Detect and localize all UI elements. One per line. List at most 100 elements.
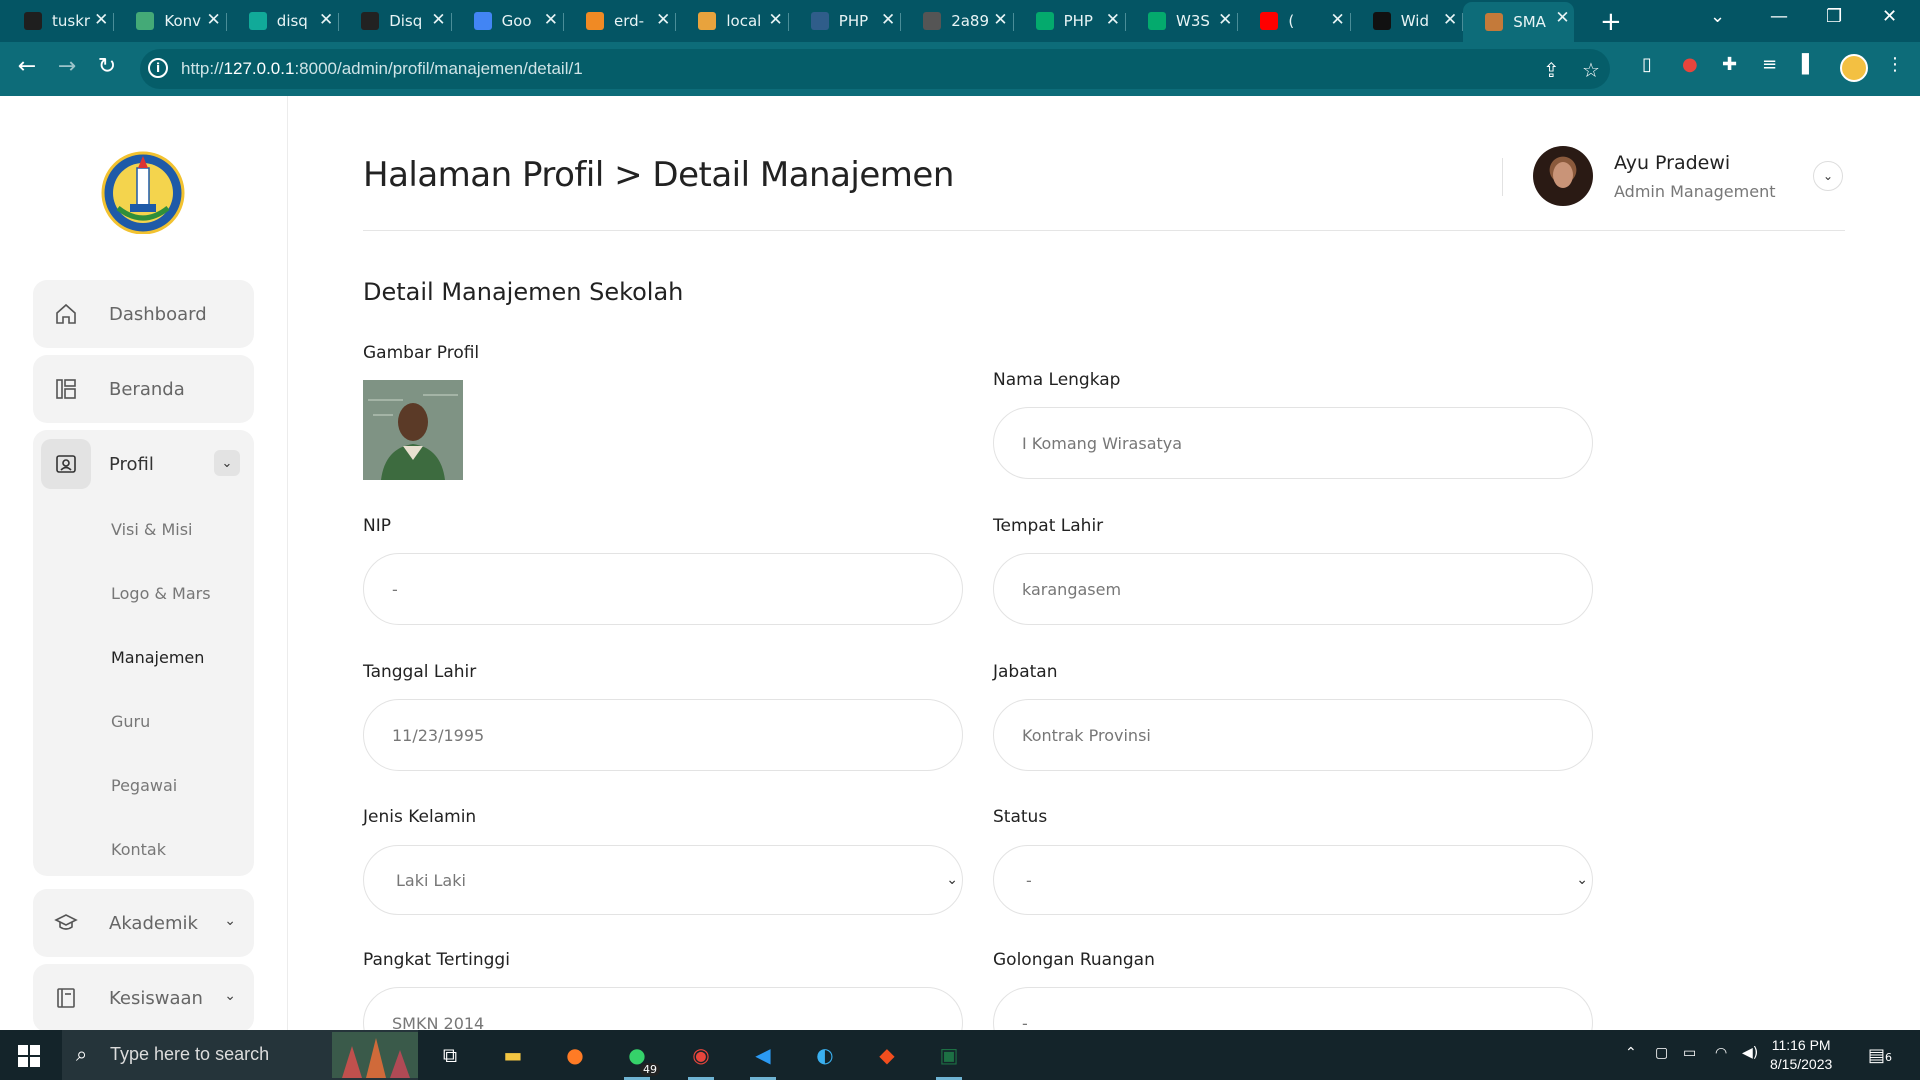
whatsapp-icon[interactable]: ● 49 xyxy=(620,1038,660,1080)
user-menu-chevron-icon[interactable]: ⌄ xyxy=(1813,161,1843,191)
tab-close-icon[interactable]: ✕ xyxy=(1555,8,1569,28)
tab-close-icon[interactable]: ✕ xyxy=(1106,10,1120,30)
system-clock[interactable]: 11:16 PM 8/15/2023 xyxy=(1770,1036,1832,1074)
battery-icon[interactable]: ▭ xyxy=(1683,1045,1696,1061)
tab-close-icon[interactable]: ✕ xyxy=(1218,10,1232,30)
task-view-icon[interactable]: ⧉ xyxy=(433,1038,467,1072)
file-explorer-icon[interactable]: ▬ xyxy=(496,1038,530,1072)
tab-title: disq xyxy=(276,12,308,30)
nama-lengkap-label: Nama Lengkap xyxy=(993,370,1121,390)
windows-start-icon[interactable] xyxy=(18,1045,40,1067)
close-window-button[interactable]: ✕ xyxy=(1882,6,1897,27)
back-arrow-icon[interactable]: ← xyxy=(12,54,42,79)
jenis-kelamin-select[interactable]: Laki Laki ⌄ xyxy=(363,845,963,915)
minimize-button[interactable]: — xyxy=(1770,6,1788,27)
wifi-icon[interactable]: ◠ xyxy=(1715,1045,1727,1061)
sidebar-item-akademik[interactable]: Akademik ⌄ xyxy=(33,889,254,957)
tab-close-icon[interactable]: ✕ xyxy=(1331,10,1345,30)
extension-docs-icon[interactable]: ▯ xyxy=(1642,54,1652,75)
more-menu-icon[interactable]: ⋮ xyxy=(1886,54,1904,75)
notification-center-icon[interactable]: ▤6 xyxy=(1868,1045,1892,1066)
browser-tab[interactable]: 2a89 ✕ xyxy=(901,4,1014,38)
tray-overflow-icon[interactable]: ⌃ xyxy=(1625,1045,1637,1061)
tab-close-icon[interactable]: ✕ xyxy=(544,10,558,30)
tanggal-lahir-field[interactable]: 11/23/1995 xyxy=(363,699,963,771)
edge-icon[interactable]: ◐ xyxy=(808,1038,842,1072)
tab-search-icon[interactable]: ⌄ xyxy=(1710,6,1725,27)
browser-tab[interactable]: tuskr ✕ xyxy=(2,4,115,38)
chevron-down-icon[interactable]: ⌄ xyxy=(224,988,236,1004)
meet-now-icon[interactable]: ▢ xyxy=(1655,1045,1668,1061)
address-bar[interactable]: i http://127.0.0.1:8000/admin/profil/man… xyxy=(140,49,1610,89)
tab-close-icon[interactable]: ✕ xyxy=(94,10,108,30)
taskbar-search-box[interactable]: ⌕ Type here to search xyxy=(62,1030,418,1080)
browser-tab[interactable]: disq ✕ xyxy=(227,4,340,38)
sidebar-item-profil[interactable]: Profil ⌄ xyxy=(33,430,254,498)
chevron-down-icon[interactable]: ⌄ xyxy=(224,913,236,929)
tab-close-icon[interactable]: ✕ xyxy=(1443,10,1457,30)
browser-tab[interactable]: Konv ✕ xyxy=(114,4,227,38)
restore-button[interactable]: ❐ xyxy=(1826,6,1842,27)
media-control-icon[interactable]: ≡ xyxy=(1762,54,1777,75)
tab-close-icon[interactable]: ✕ xyxy=(993,10,1007,30)
submenu-kontak[interactable]: Kontak xyxy=(111,840,166,859)
sidebar-item-beranda[interactable]: Beranda xyxy=(33,355,254,423)
tab-close-icon[interactable]: ✕ xyxy=(319,10,333,30)
submenu-manajemen[interactable]: Manajemen xyxy=(111,648,204,667)
nip-field[interactable]: - xyxy=(363,553,963,625)
chevron-down-icon: ⌄ xyxy=(1576,872,1588,888)
tab-close-icon[interactable]: ✕ xyxy=(431,10,445,30)
browser-tab[interactable]: SMA ✕ xyxy=(1463,2,1574,42)
sidebar-item-dashboard[interactable]: Dashboard xyxy=(33,280,254,348)
excel-icon[interactable]: ▣ xyxy=(932,1038,966,1080)
jabatan-field[interactable]: Kontrak Provinsi xyxy=(993,699,1593,771)
browser-tab[interactable]: PHP ✕ xyxy=(789,4,902,38)
tab-close-icon[interactable]: ✕ xyxy=(881,10,895,30)
site-info-icon[interactable]: i xyxy=(148,58,168,78)
browser-tab[interactable]: Goo ✕ xyxy=(452,4,564,38)
tab-favicon-icon xyxy=(136,12,155,30)
volume-icon[interactable]: ◀) xyxy=(1742,1045,1758,1061)
submenu-logo-mars[interactable]: Logo & Mars xyxy=(111,584,211,603)
new-tab-button[interactable]: + xyxy=(1600,7,1622,37)
browser-tab[interactable]: PHP ✕ xyxy=(1014,4,1126,38)
browser-tab[interactable]: erd- ✕ xyxy=(564,4,677,38)
tempat-lahir-label: Tempat Lahir xyxy=(993,516,1104,536)
side-panel-icon[interactable]: ▌ xyxy=(1802,54,1816,75)
tab-close-icon[interactable]: ✕ xyxy=(656,10,670,30)
search-highlight-illustration-icon xyxy=(332,1032,418,1078)
tab-close-icon[interactable]: ✕ xyxy=(207,10,221,30)
sidebar-item-label: Profil xyxy=(109,453,154,475)
extensions-puzzle-icon[interactable]: ✚ xyxy=(1722,54,1737,75)
nama-lengkap-field[interactable]: I Komang Wirasatya xyxy=(993,407,1593,479)
chrome-icon[interactable]: ◉ xyxy=(684,1038,718,1080)
gambar-profil-label: Gambar Profil xyxy=(363,343,480,363)
reload-icon[interactable]: ↻ xyxy=(92,54,122,79)
submenu-pegawai[interactable]: Pegawai xyxy=(111,776,177,795)
tab-close-icon[interactable]: ✕ xyxy=(769,10,783,30)
extension-color-icon[interactable]: ● xyxy=(1682,54,1698,75)
firefox-icon[interactable]: ● xyxy=(558,1038,592,1072)
clock-date: 8/15/2023 xyxy=(1770,1056,1833,1072)
url-text[interactable]: http://127.0.0.1:8000/admin/profil/manaj… xyxy=(181,59,583,79)
forward-arrow-icon[interactable]: → xyxy=(52,54,82,79)
figma-icon[interactable]: ◆ xyxy=(870,1038,904,1072)
submenu-visi-misi[interactable]: Visi & Misi xyxy=(111,520,193,539)
bookmark-star-icon[interactable]: ☆ xyxy=(1582,58,1600,82)
vscode-icon[interactable]: ◀ xyxy=(746,1038,780,1080)
user-role: Admin Management xyxy=(1614,182,1776,201)
sidebar-item-kesiswaan[interactable]: Kesiswaan ⌄ xyxy=(33,964,254,1032)
profile-image[interactable] xyxy=(363,380,463,480)
avatar[interactable] xyxy=(1533,146,1593,206)
browser-tab[interactable]: Wid ✕ xyxy=(1351,4,1464,38)
chevron-down-icon[interactable]: ⌄ xyxy=(214,450,240,476)
status-select[interactable]: - ⌄ xyxy=(993,845,1593,915)
browser-profile-avatar[interactable] xyxy=(1840,54,1868,82)
browser-tab[interactable]: Disq ✕ xyxy=(339,4,452,38)
browser-tab[interactable]: local ✕ xyxy=(676,4,789,38)
browser-tab[interactable]: W3S ✕ xyxy=(1126,4,1239,38)
tempat-lahir-field[interactable]: karangasem xyxy=(993,553,1593,625)
submenu-guru[interactable]: Guru xyxy=(111,712,150,731)
browser-tab[interactable]: (✕ xyxy=(1238,4,1351,38)
share-icon[interactable]: ⇪ xyxy=(1543,58,1560,82)
